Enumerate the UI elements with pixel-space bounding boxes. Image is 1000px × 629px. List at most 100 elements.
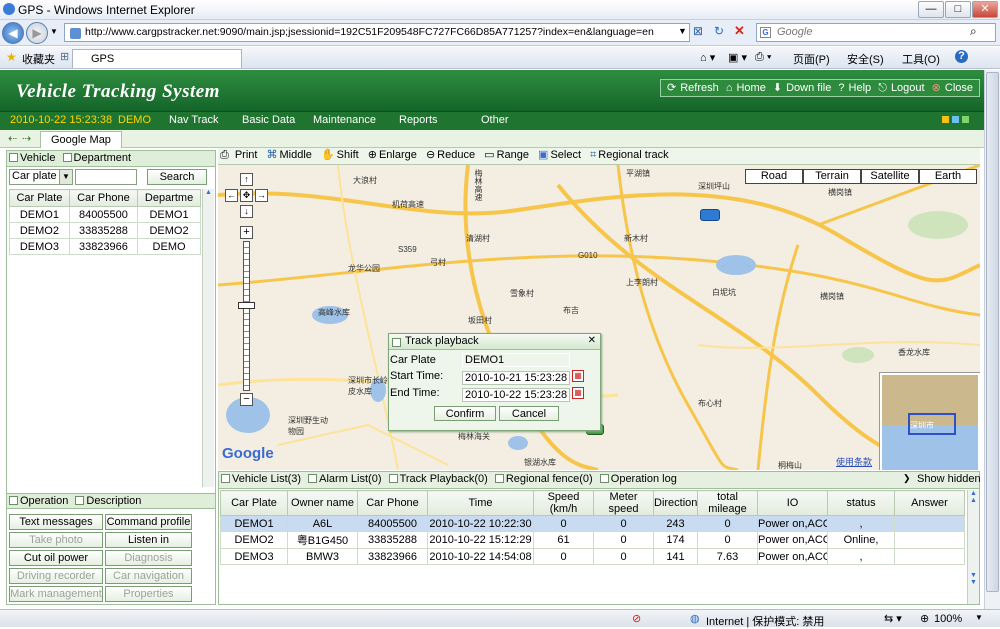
show-hidden-button[interactable]: Show hidden — [917, 473, 981, 485]
feeds-icon[interactable]: ▣ ▾ — [728, 51, 747, 64]
safety-menu[interactable]: 安全(S) — [847, 51, 884, 67]
print-icon[interactable]: ⎙ ▾ — [755, 51, 771, 64]
stop-icon[interactable]: ✕ — [734, 23, 745, 39]
scroll-bottom-icon[interactable]: ▼ — [968, 579, 979, 586]
scroll-down-icon[interactable]: ▼ — [968, 572, 979, 579]
end-time-input[interactable]: 2010-10-22 15:23:28 — [462, 388, 570, 402]
menu-nav-track[interactable]: Nav Track — [169, 114, 219, 126]
scroll-up-icon[interactable]: ▲ — [203, 189, 214, 196]
tab-track-playback[interactable]: Track Playback(0) — [400, 473, 488, 485]
pan-right-icon[interactable]: → — [255, 189, 268, 202]
col-status[interactable]: status — [827, 490, 895, 516]
col-total-mileage[interactable]: total mileage — [697, 490, 758, 516]
page-scrollbar[interactable] — [984, 70, 1000, 609]
map-type-road[interactable]: Road — [745, 169, 803, 184]
dialog-close-icon[interactable]: ✕ — [588, 335, 596, 346]
zoom-minus-icon[interactable]: − — [240, 393, 253, 406]
zoom-plus-icon[interactable]: + — [240, 226, 253, 239]
diagnosis-button[interactable]: Diagnosis — [105, 550, 192, 566]
overview-map[interactable]: 深圳市 — [880, 373, 980, 470]
scroll-up-icon[interactable]: ▲ — [968, 497, 979, 504]
col-owner-name[interactable]: Owner name — [287, 490, 358, 516]
scroll-top-icon[interactable]: ▲ — [968, 490, 979, 497]
arrow-right-icon[interactable]: ⇢ — [22, 132, 31, 145]
menu-maintenance[interactable]: Maintenance — [313, 114, 376, 126]
search-button[interactable]: Search — [147, 169, 207, 185]
tool-print[interactable]: Print — [235, 149, 258, 161]
logout-button[interactable]: Logout — [891, 82, 925, 94]
status-table-scrollbar[interactable]: ▲ ▲ ▼ ▼ — [967, 490, 979, 604]
vehicle-marker-icon[interactable] — [700, 209, 720, 221]
zoom-dropdown-icon[interactable]: ▼ — [975, 613, 983, 622]
address-dropdown-icon[interactable]: ▼ — [678, 26, 687, 36]
cut-oil-power-button[interactable]: Cut oil power — [9, 550, 103, 566]
favorites-button[interactable]: 收藏夹 — [22, 51, 55, 67]
refresh-button[interactable]: Refresh — [680, 82, 719, 94]
filter-select[interactable]: Car plate ▼ — [9, 169, 73, 185]
theme-blue-icon[interactable] — [952, 116, 959, 123]
home-button[interactable]: Home — [736, 82, 765, 94]
tools-menu[interactable]: 工具(O) — [902, 51, 940, 67]
col-department[interactable]: Departme — [137, 189, 201, 207]
menu-other[interactable]: Other — [481, 114, 509, 126]
tool-enlarge[interactable]: Enlarge — [379, 149, 417, 161]
col-time[interactable]: Time — [427, 490, 534, 516]
pan-up-icon[interactable]: ↑ — [240, 173, 253, 186]
zoom-tools-icon[interactable]: ⇆ ▾ — [884, 612, 902, 625]
map-type-satellite[interactable]: Satellite — [861, 169, 919, 184]
col-meter-speed[interactable]: Meter speed — [593, 490, 654, 516]
tab-vehicle[interactable]: Vehicle — [20, 152, 55, 164]
close-window-button[interactable]: ✕ — [972, 1, 998, 18]
col-answer[interactable]: Answer — [894, 490, 965, 516]
close-app-button[interactable]: Close — [945, 82, 973, 94]
car-navigation-button[interactable]: Car navigation — [105, 568, 192, 584]
table-row[interactable]: DEMO1 A6L 84005500 2010-10-22 10:22:30 0 0 243… — [220, 515, 965, 532]
filter-input[interactable] — [75, 169, 137, 185]
col-car-phone[interactable]: Car Phone — [357, 490, 428, 516]
tool-reduce[interactable]: Reduce — [437, 149, 475, 161]
col-car-plate[interactable]: Car Plate — [220, 490, 288, 516]
col-direction[interactable]: Direction — [653, 490, 698, 516]
start-time-input[interactable]: 2010-10-21 15:23:28 — [462, 371, 570, 385]
arrow-left-icon[interactable]: ⇠ — [8, 132, 17, 145]
browser-tab[interactable]: GPS — [72, 49, 242, 68]
menu-basic-data[interactable]: Basic Data — [242, 114, 295, 126]
tab-operation-log[interactable]: Operation log — [611, 473, 677, 485]
page-scrollbar-thumb[interactable] — [986, 72, 999, 592]
text-messages-button[interactable]: Text messages — [9, 514, 103, 530]
pan-center-icon[interactable]: ✥ — [240, 189, 253, 202]
chevron-down-icon[interactable]: ▼ — [59, 170, 72, 184]
tab-operation[interactable]: Operation — [20, 495, 68, 507]
tab-vehicle-list[interactable]: Vehicle List(3) — [232, 473, 301, 485]
home-icon[interactable]: ⌂ ▾ — [700, 51, 715, 64]
table-row[interactable]: DEMO2 33835288 DEMO2 — [9, 222, 201, 239]
mark-management-button[interactable]: Mark management — [9, 586, 103, 602]
pan-down-icon[interactable]: ↓ — [240, 205, 253, 218]
confirm-button[interactable]: Confirm — [434, 406, 496, 421]
take-photo-button[interactable]: Take photo — [9, 532, 103, 548]
compat-icon[interactable]: ⊠ — [693, 24, 703, 38]
refresh-icon[interactable]: ↻ — [714, 24, 724, 38]
down-file-button[interactable]: Down file — [786, 82, 831, 94]
listen-in-button[interactable]: Listen in — [105, 532, 192, 548]
theme-yellow-icon[interactable] — [942, 116, 949, 123]
theme-green-icon[interactable] — [962, 116, 969, 123]
pan-left-icon[interactable]: ← — [225, 189, 238, 202]
properties-button[interactable]: Properties — [105, 586, 192, 602]
forward-icon[interactable]: ▶ — [26, 22, 48, 44]
zoom-level[interactable]: 100% — [934, 613, 962, 625]
map-type-earth[interactable]: Earth — [919, 169, 977, 184]
map-type-terrain[interactable]: Terrain — [803, 169, 861, 184]
tool-range[interactable]: Range — [497, 149, 529, 161]
tool-shift[interactable]: Shift — [337, 149, 359, 161]
vehicle-table-scrollbar[interactable]: ▲ — [202, 189, 214, 487]
tab-regional-fence[interactable]: Regional fence(0) — [506, 473, 593, 485]
page-menu[interactable]: 页面(P) — [793, 51, 830, 67]
command-profile-button[interactable]: Command profile — [105, 514, 192, 530]
table-row[interactable]: DEMO1 84005500 DEMO1 — [9, 206, 201, 223]
show-hidden-chevron-icon[interactable]: ❯ — [903, 473, 911, 484]
tool-regional-track[interactable]: Regional track — [598, 149, 668, 161]
col-speed[interactable]: Speed (km/h — [533, 490, 594, 516]
calendar-icon[interactable]: ▦ — [572, 370, 584, 382]
col-io[interactable]: IO — [757, 490, 828, 516]
